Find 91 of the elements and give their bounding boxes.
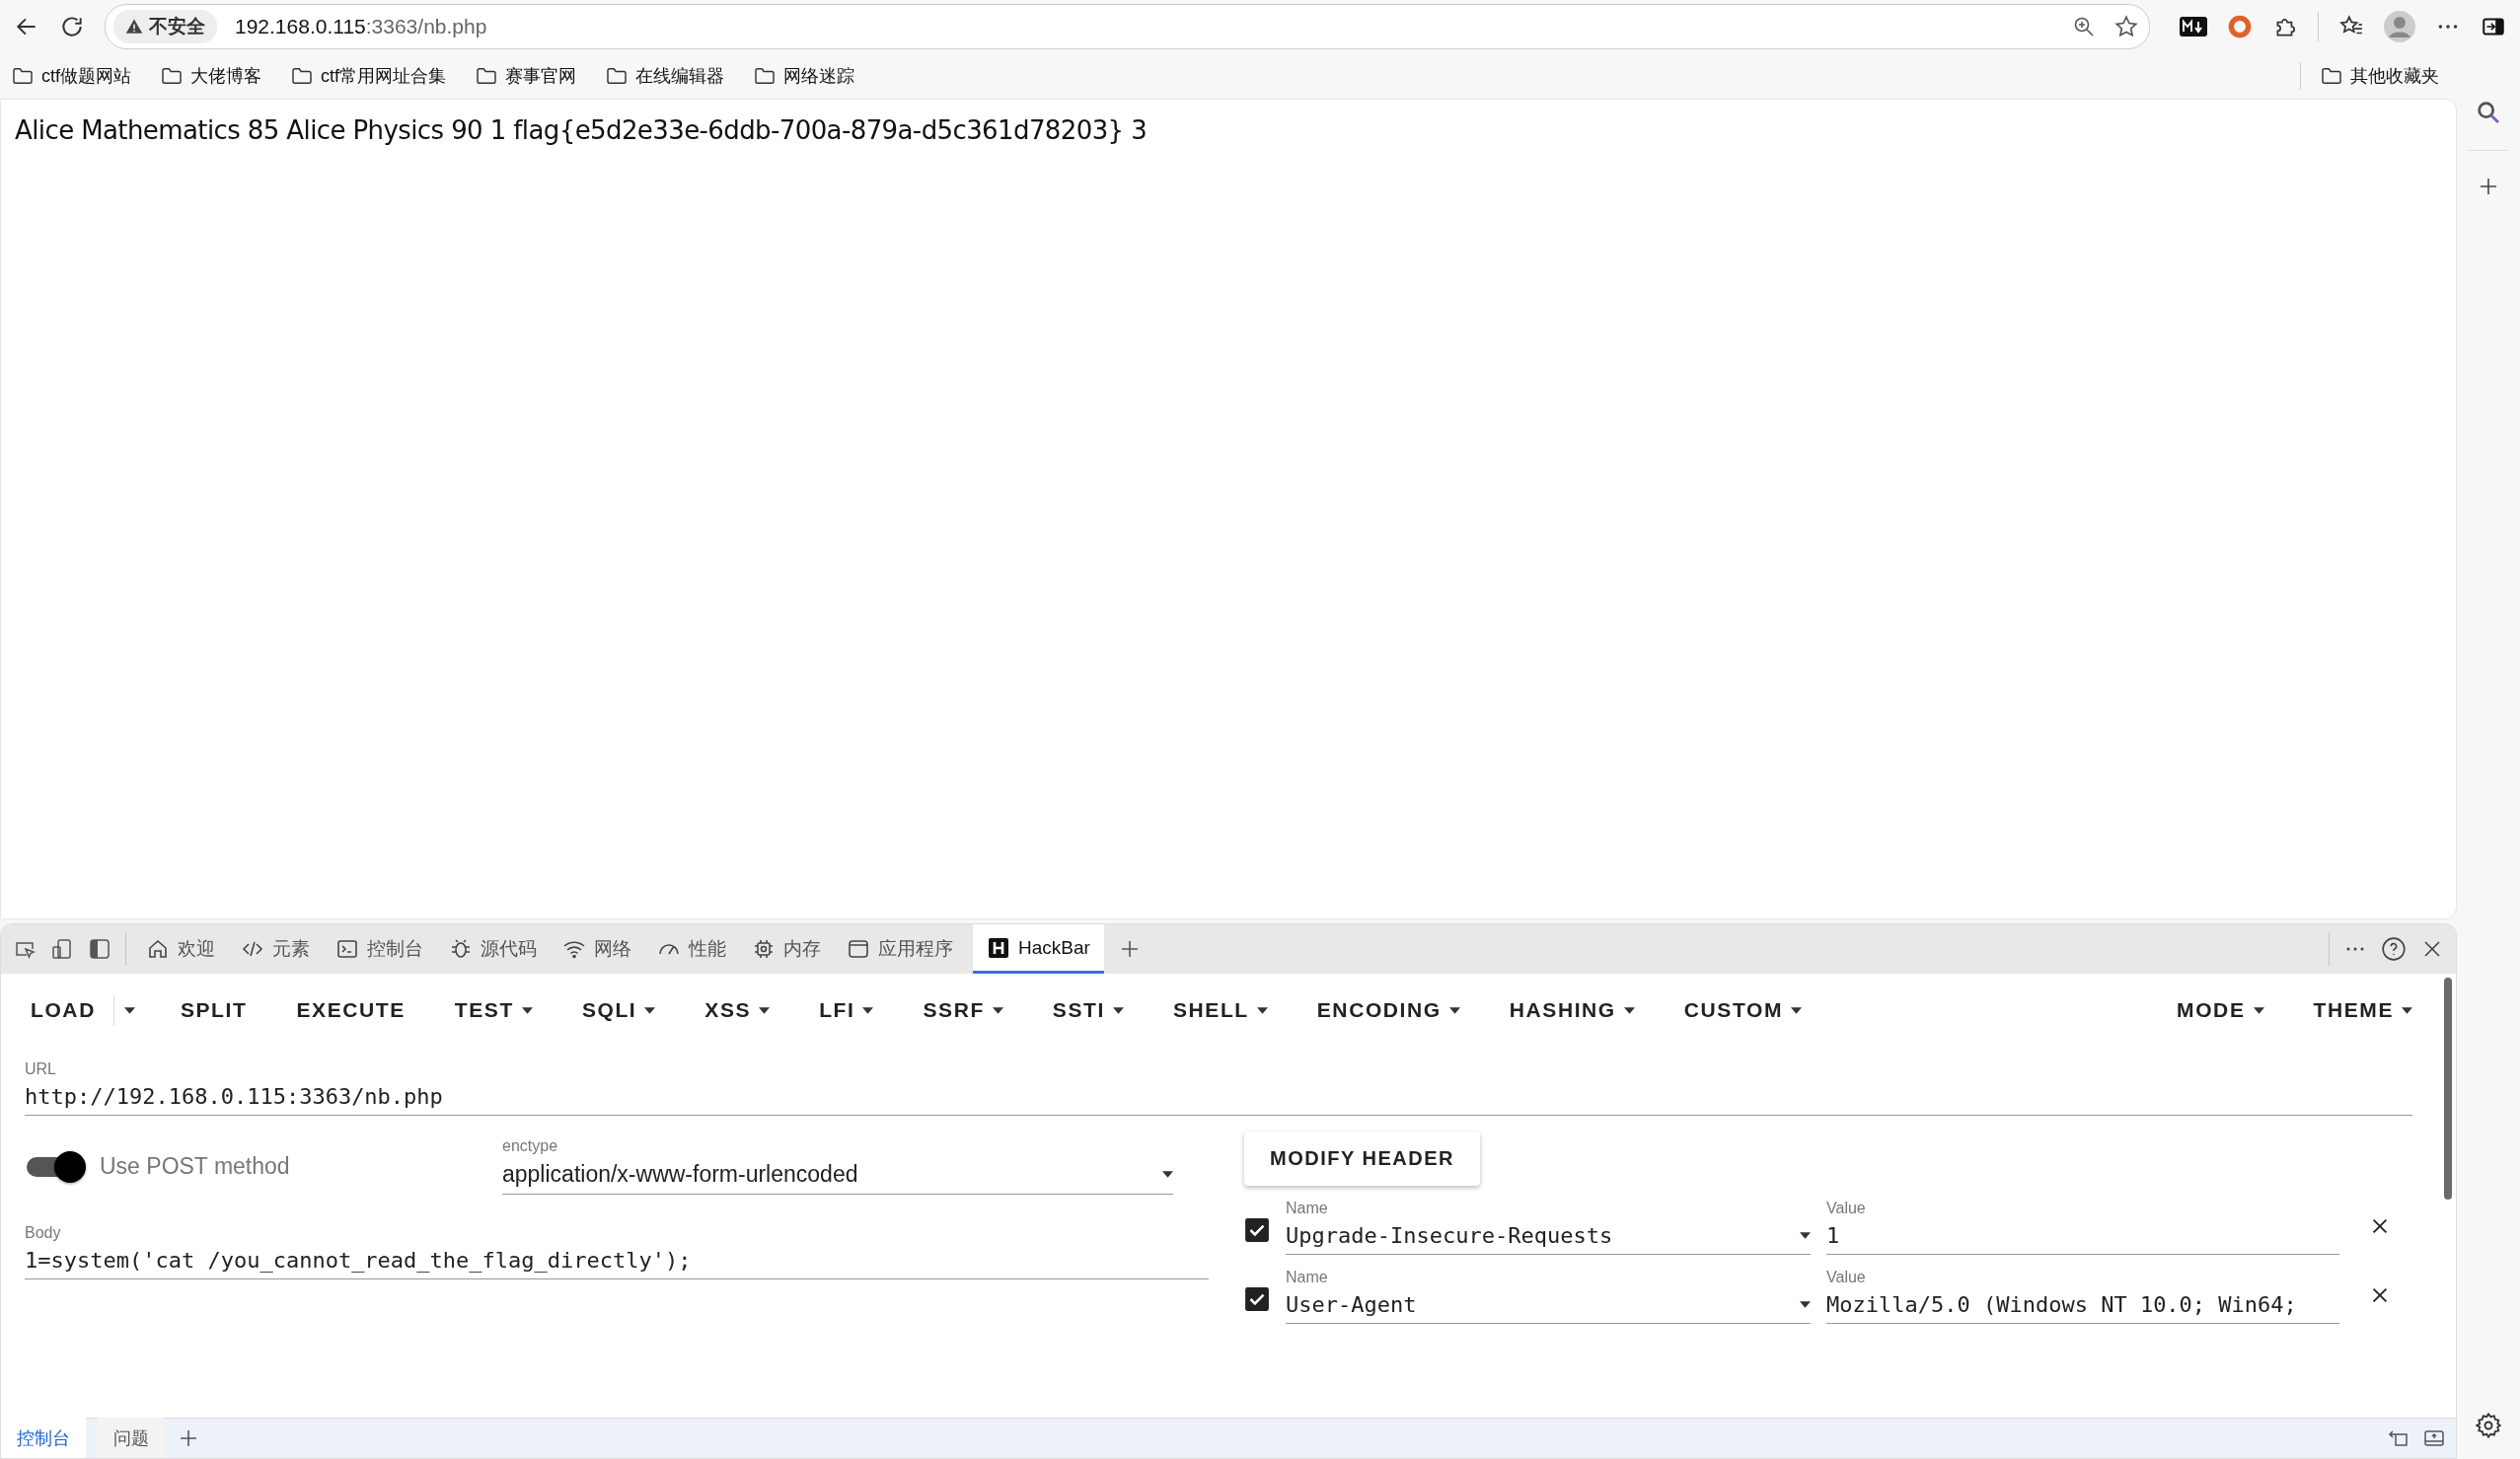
devtools-tab[interactable]: 源代码 bbox=[443, 924, 543, 974]
caret-icon bbox=[2253, 1006, 2264, 1014]
console-icon bbox=[335, 937, 359, 961]
bookmark-folder[interactable]: 其他收藏夹 bbox=[2321, 64, 2439, 88]
caret-icon bbox=[1112, 1006, 1124, 1014]
folder-icon bbox=[754, 67, 777, 85]
device-icon[interactable] bbox=[50, 937, 74, 961]
url-field[interactable]: URL http://192.168.0.115:3363/nb.php bbox=[25, 1060, 2412, 1116]
menu-button[interactable]: TEST bbox=[430, 986, 556, 1034]
menu-button[interactable]: SSTI bbox=[1028, 986, 1148, 1034]
caret-icon bbox=[862, 1006, 874, 1014]
zoom-icon[interactable] bbox=[2072, 15, 2096, 38]
home-icon bbox=[146, 937, 170, 961]
scrollbar-thumb[interactable] bbox=[2444, 978, 2452, 1200]
caret-icon bbox=[1623, 1006, 1635, 1014]
bookmark-folder[interactable]: 网络迷踪 bbox=[754, 64, 855, 88]
caret-icon bbox=[1162, 1171, 1173, 1178]
menu-button[interactable]: SSRF bbox=[899, 986, 1027, 1034]
caret-icon bbox=[1800, 1301, 1811, 1308]
avatar-icon[interactable] bbox=[2384, 11, 2415, 42]
folder-icon bbox=[291, 67, 313, 85]
devtools-tab[interactable]: 应用程序 bbox=[841, 924, 959, 974]
folder-icon bbox=[606, 67, 629, 85]
caret-icon bbox=[123, 1006, 135, 1014]
bookmark-folder[interactable]: ctf做题网站 bbox=[12, 64, 131, 88]
logo-icon bbox=[987, 935, 1010, 960]
star-icon[interactable] bbox=[2113, 14, 2139, 39]
caret-icon bbox=[759, 1006, 771, 1014]
enctype-select[interactable]: enctype application/x-www-form-urlencoded bbox=[502, 1137, 1173, 1195]
devtools-tab[interactable]: 内存 bbox=[746, 924, 827, 974]
header-checkbox[interactable] bbox=[1244, 1217, 1270, 1243]
menu-button[interactable]: HASHING bbox=[1485, 986, 1659, 1034]
caret-icon bbox=[644, 1006, 656, 1014]
chip-icon bbox=[752, 937, 776, 961]
folder-icon bbox=[2321, 67, 2342, 85]
bookmark-folder[interactable]: 在线编辑器 bbox=[606, 64, 725, 88]
devtools-tab[interactable]: 控制台 bbox=[330, 924, 429, 974]
caret-icon bbox=[2402, 1006, 2412, 1014]
address-bar[interactable]: 不安全 192.168.0.115:3363/nb.php bbox=[105, 4, 2150, 49]
folder-icon bbox=[12, 67, 34, 85]
body-field[interactable]: Body 1=system('cat /you_cannot_read_the_flag_directly'); bbox=[25, 1224, 1209, 1279]
header-value-field[interactable]: Value 1 bbox=[1826, 1200, 2339, 1255]
menu-button[interactable]: EXECUTE bbox=[272, 986, 429, 1034]
caret-icon bbox=[521, 1006, 533, 1014]
ring-icon[interactable] bbox=[2227, 14, 2253, 39]
caret-icon bbox=[1800, 1232, 1811, 1239]
bug-icon bbox=[449, 937, 473, 961]
help-icon[interactable] bbox=[2381, 936, 2407, 962]
devtools-tab[interactable]: HackBar bbox=[973, 924, 1104, 974]
bookmark-folder[interactable]: 赛事官网 bbox=[476, 64, 577, 88]
menu-button[interactable]: SPLIT bbox=[156, 986, 271, 1034]
dock-icon[interactable] bbox=[88, 937, 111, 961]
address-text: 192.168.0.115:3363/nb.php bbox=[235, 15, 487, 38]
caret-icon bbox=[1256, 1006, 1268, 1014]
window-icon bbox=[847, 937, 870, 961]
devtools-tab[interactable]: 网络 bbox=[556, 924, 637, 974]
folder-icon bbox=[476, 67, 498, 85]
page-text: Alice Mathematics 85 Alice Physics 90 1 flag{e5d2e33e-6ddb-700a-879a-d5c361d78203} 3 bbox=[14, 114, 1149, 147]
reload-icon[interactable] bbox=[59, 14, 85, 39]
post-method-label: Use POST method bbox=[100, 1152, 291, 1180]
load-button[interactable]: LOAD bbox=[17, 986, 111, 1034]
devtools-tab[interactable]: 性能 bbox=[651, 924, 732, 974]
header-name-select[interactable]: Name Upgrade-Insecure-Requests bbox=[1286, 1200, 1811, 1255]
menu-button[interactable]: SQLI bbox=[557, 986, 680, 1034]
security-label: 不安全 bbox=[149, 15, 205, 38]
menu-button[interactable]: THEME bbox=[2289, 986, 2436, 1034]
drawer-tab[interactable]: 问题 bbox=[98, 1418, 165, 1458]
header-name-select[interactable]: Name User-Agent bbox=[1286, 1269, 1811, 1324]
menu-button[interactable]: LFI bbox=[795, 986, 898, 1034]
post-method-toggle[interactable] bbox=[25, 1149, 86, 1183]
header-checkbox[interactable] bbox=[1244, 1286, 1270, 1312]
caret-icon bbox=[1448, 1006, 1460, 1014]
warning-icon bbox=[125, 18, 143, 36]
menu-button[interactable]: ENCODING bbox=[1293, 986, 1484, 1034]
modify-header-button[interactable]: MODIFY HEADER bbox=[1244, 1131, 1480, 1186]
bookmark-folder[interactable]: 大佬博客 bbox=[161, 64, 261, 88]
menu-button[interactable]: CUSTOM bbox=[1660, 986, 1825, 1034]
menu-button[interactable]: MODE bbox=[2153, 986, 2288, 1034]
menu-button[interactable]: XSS bbox=[681, 986, 794, 1034]
settings-icon[interactable] bbox=[2475, 1412, 2502, 1439]
header-value-field[interactable]: Value Mozilla/5.0 (Windows NT 10.0; Win64; bbox=[1826, 1269, 2339, 1324]
markdown-icon[interactable] bbox=[2180, 17, 2207, 36]
bookmark-folder[interactable]: ctf常用网址合集 bbox=[291, 64, 447, 88]
caret-icon bbox=[992, 1006, 1003, 1014]
menu-button[interactable]: SHELL bbox=[1149, 986, 1292, 1034]
devtools-tab[interactable]: 欢迎 bbox=[140, 924, 221, 974]
drawer-tab[interactable]: 控制台 bbox=[1, 1418, 86, 1458]
folder-icon bbox=[161, 67, 183, 85]
devtools-tab[interactable]: 元素 bbox=[235, 924, 316, 974]
security-indicator[interactable]: 不安全 bbox=[113, 10, 217, 43]
caret-icon bbox=[1791, 1006, 1802, 1014]
